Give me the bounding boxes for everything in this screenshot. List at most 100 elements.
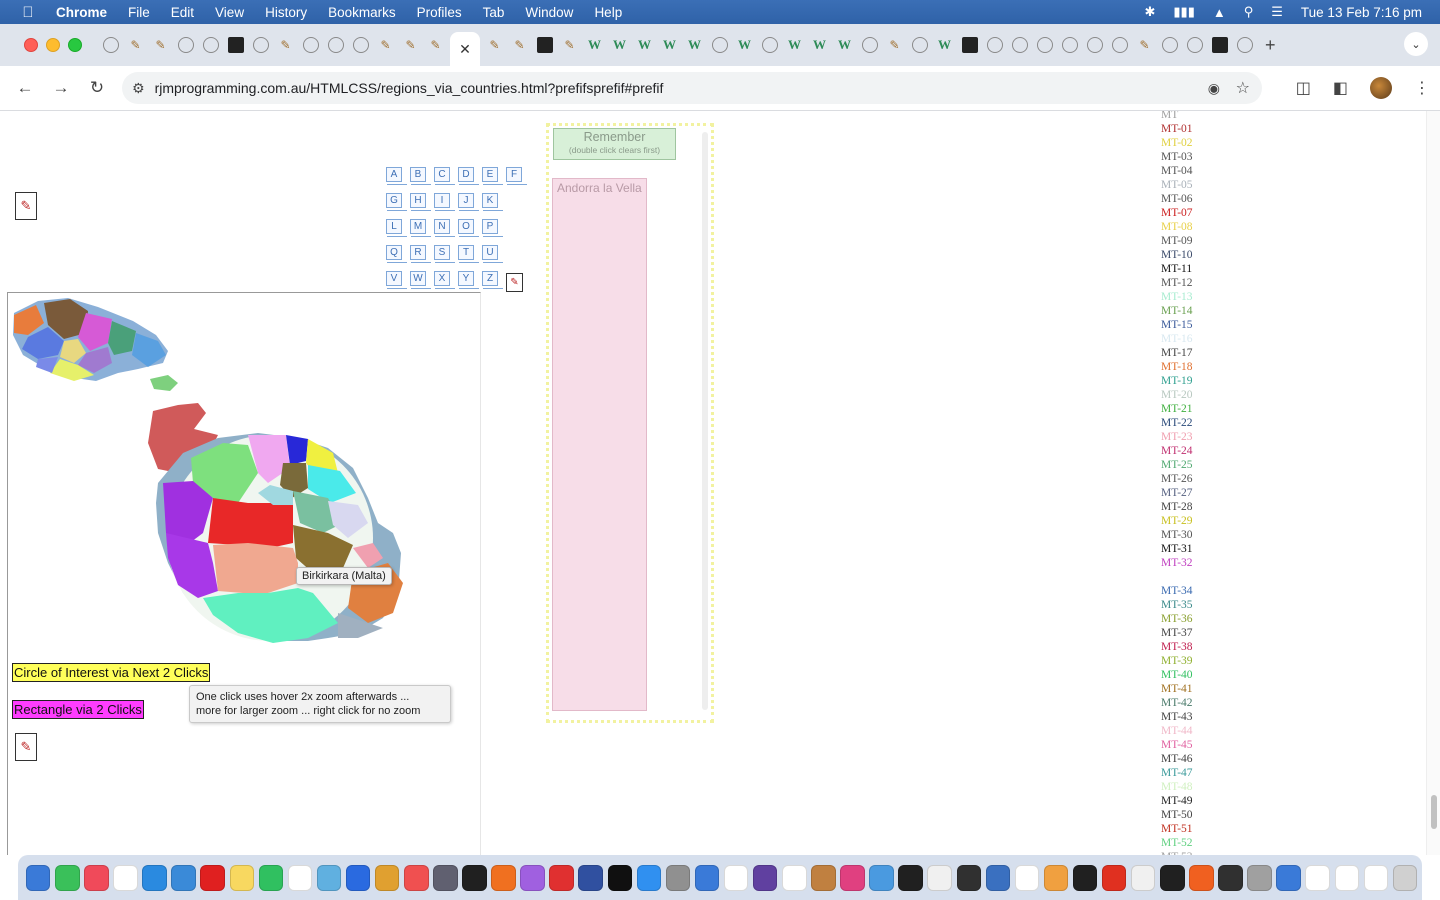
- dock-app-icon[interactable]: [345, 864, 371, 891]
- dock-app-icon[interactable]: [665, 864, 691, 891]
- region-code[interactable]: [1161, 570, 1221, 584]
- dock-app-icon[interactable]: [549, 864, 574, 891]
- browser-tab[interactable]: ✎: [375, 35, 396, 56]
- browser-tab[interactable]: [175, 35, 196, 56]
- dock-app-icon[interactable]: [258, 864, 284, 891]
- menu-chrome[interactable]: Chrome: [56, 5, 107, 20]
- dock-app-icon[interactable]: [26, 864, 51, 891]
- dock-app-icon[interactable]: [1247, 864, 1272, 891]
- dock-app-icon[interactable]: [723, 864, 749, 891]
- browser-tab[interactable]: ✎: [484, 35, 505, 56]
- dock-app-icon[interactable]: [374, 864, 400, 891]
- rectangle-button[interactable]: Rectangle via 2 Clicks: [12, 700, 144, 719]
- dock-app-icon[interactable]: [898, 864, 923, 891]
- letter-link[interactable]: H: [410, 193, 431, 211]
- browser-tab[interactable]: W: [834, 35, 855, 56]
- region-code[interactable]: MT-45: [1161, 738, 1221, 752]
- dock-app-icon[interactable]: [55, 864, 80, 891]
- remember-button[interactable]: Remember (double click clears first): [553, 128, 676, 160]
- region-code[interactable]: MT-05: [1161, 178, 1221, 192]
- region-code[interactable]: MT-49: [1161, 794, 1221, 808]
- close-window-button[interactable]: [24, 38, 38, 52]
- menu-profiles[interactable]: Profiles: [417, 5, 462, 20]
- menu-file[interactable]: File: [128, 5, 150, 20]
- region-code[interactable]: MT-34: [1161, 584, 1221, 598]
- browser-tab[interactable]: [200, 35, 221, 56]
- battery-icon[interactable]: ▮▮▮: [1173, 4, 1194, 20]
- region-code[interactable]: MT-25: [1161, 458, 1221, 472]
- browser-tab[interactable]: ✎: [400, 35, 421, 56]
- letter-link[interactable]: D: [458, 167, 479, 185]
- dock-app-icon[interactable]: [404, 864, 429, 891]
- browser-tab[interactable]: W: [584, 35, 605, 56]
- browser-tab[interactable]: ✎: [425, 35, 446, 56]
- more-menu-icon[interactable]: ⋮: [1414, 78, 1430, 98]
- control-center-icon[interactable]: ☰: [1271, 4, 1283, 20]
- browser-tab[interactable]: [225, 35, 246, 56]
- dock-app-icon[interactable]: [142, 864, 167, 891]
- region-code[interactable]: MT-15: [1161, 318, 1221, 332]
- wifi-icon[interactable]: ▲: [1213, 5, 1226, 20]
- region-code[interactable]: MT-23: [1161, 430, 1221, 444]
- region-code[interactable]: MT-07: [1161, 206, 1221, 220]
- tracking-protection-icon[interactable]: ◉: [1208, 80, 1220, 97]
- dock-app-icon[interactable]: [1014, 864, 1040, 891]
- bluetooth-icon[interactable]: ✱: [1144, 4, 1155, 20]
- dock-app-icon[interactable]: [1189, 864, 1214, 891]
- dock-app-icon[interactable]: [84, 864, 109, 891]
- dock-app-icon[interactable]: [171, 864, 196, 891]
- menu-clock[interactable]: Tue 13 Feb 7:16 pm: [1301, 5, 1422, 20]
- letter-link[interactable]: E: [482, 167, 503, 185]
- dock-app-icon[interactable]: [985, 864, 1011, 891]
- close-tab-icon[interactable]: ✕: [459, 41, 471, 58]
- region-code[interactable]: MT-26: [1161, 472, 1221, 486]
- browser-tab[interactable]: [1159, 35, 1180, 56]
- letter-link[interactable]: B: [410, 167, 431, 185]
- dock-app-icon[interactable]: [840, 864, 865, 891]
- browser-tab[interactable]: [1184, 35, 1205, 56]
- dock-app-icon[interactable]: [782, 864, 807, 891]
- browser-tab[interactable]: [709, 35, 730, 56]
- new-tab-button[interactable]: +: [1265, 35, 1276, 56]
- browser-tab[interactable]: [325, 35, 346, 56]
- back-button[interactable]: ←: [7, 78, 43, 98]
- browser-tab[interactable]: [1209, 35, 1230, 56]
- region-code[interactable]: MT-31: [1161, 542, 1221, 556]
- menu-edit[interactable]: Edit: [171, 5, 194, 20]
- menu-bookmarks[interactable]: Bookmarks: [328, 5, 396, 20]
- region-code[interactable]: MT-36: [1161, 612, 1221, 626]
- remember-textarea[interactable]: Andorra la Vella: [552, 178, 647, 711]
- browser-tab[interactable]: [759, 35, 780, 56]
- browser-tab[interactable]: [984, 35, 1005, 56]
- browser-tab[interactable]: ✎: [275, 35, 296, 56]
- letter-link[interactable]: R: [410, 245, 431, 263]
- circle-of-interest-button[interactable]: Circle of Interest via Next 2 Clicks: [12, 663, 211, 682]
- region-code[interactable]: MT-52: [1161, 836, 1221, 850]
- url-text[interactable]: rjmprogramming.com.au/HTMLCSS/regions_vi…: [155, 80, 664, 96]
- letter-link[interactable]: F: [506, 167, 527, 185]
- region-code[interactable]: MT-42: [1161, 696, 1221, 710]
- dock-app-icon[interactable]: [229, 864, 255, 891]
- browser-tab[interactable]: [1034, 35, 1055, 56]
- dock-app-icon[interactable]: [927, 864, 952, 891]
- dock-app-icon[interactable]: [491, 864, 516, 891]
- letter-link[interactable]: Q: [386, 245, 407, 263]
- browser-tab[interactable]: W: [609, 35, 630, 56]
- region-code[interactable]: MT-50: [1161, 808, 1221, 822]
- letter-link[interactable]: W: [410, 271, 431, 289]
- browser-tab[interactable]: ✎: [1134, 35, 1155, 56]
- page-scrollbar[interactable]: [1426, 111, 1440, 855]
- letter-link[interactable]: K: [482, 193, 503, 211]
- region-code[interactable]: MT-24: [1161, 444, 1221, 458]
- gozo-island[interactable]: [13, 298, 168, 381]
- letter-link[interactable]: V: [386, 271, 407, 289]
- letter-link[interactable]: S: [434, 245, 455, 263]
- browser-tab[interactable]: [534, 35, 555, 56]
- region-code[interactable]: MT-28: [1161, 500, 1221, 514]
- browser-tab[interactable]: [1059, 35, 1080, 56]
- dock-app-icon[interactable]: [1276, 864, 1301, 891]
- apple-icon[interactable]: : [18, 4, 38, 21]
- map-region[interactable]: [208, 498, 293, 548]
- broken-image-button-bottom[interactable]: ✎: [15, 733, 37, 761]
- spotlight-search-icon[interactable]: ⚲: [1244, 4, 1254, 20]
